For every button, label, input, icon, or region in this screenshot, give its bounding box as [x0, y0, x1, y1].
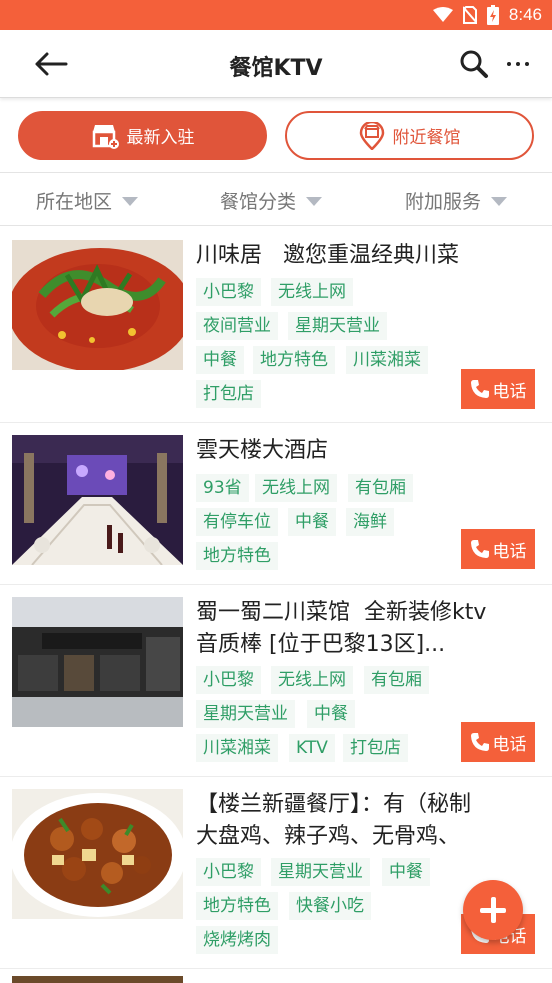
tag: 星期天营业 [196, 700, 295, 728]
tag: 星期天营业 [288, 312, 387, 340]
tag: 无线上网 [271, 278, 353, 306]
listing-title-line-2: 音质棒 [位于巴黎13区]... [196, 632, 446, 657]
tag: 有包厢 [364, 666, 429, 694]
dropdown-triangle-icon [122, 196, 139, 206]
more-button[interactable] [504, 50, 532, 78]
list-item[interactable]: 蜀一蜀二川菜馆 全新装修ktv 音质棒 [位于巴黎13区]... 小巴黎 无线上… [0, 585, 552, 777]
tag: 无线上网 [271, 666, 353, 694]
list-item[interactable]: 【楼兰新疆餐厅】：有（秘制 大盘鸡、辣子鸡、无骨鸡、 小巴黎 星期天营业 中餐 … [0, 777, 552, 969]
dropdown-triangle-icon [306, 196, 323, 206]
tag: 小巴黎 [196, 278, 261, 306]
filter-category[interactable]: 餐馆分类 [220, 173, 323, 227]
nearby-segment-button[interactable]: 附近餐馆 [285, 111, 534, 160]
tag: 快餐小吃 [289, 892, 371, 920]
storefront-icon [92, 124, 119, 149]
tag: 星期天营业 [271, 858, 370, 886]
search-button[interactable] [458, 48, 490, 80]
more-horizontal-icon [507, 62, 529, 66]
tag: 地方特色 [196, 892, 278, 920]
filter-category-label: 餐馆分类 [220, 190, 297, 213]
status-time: 8:46 [508, 5, 542, 24]
tag: 地方特色 [196, 542, 278, 570]
tag: 中餐 [307, 700, 355, 728]
tag: 小巴黎 [196, 666, 261, 694]
filter-region[interactable]: 所在地区 [36, 173, 139, 227]
tag: 打包店 [343, 734, 408, 762]
tag: 93省 [196, 474, 249, 502]
dropdown-triangle-icon [491, 196, 508, 206]
restaurant-photo [12, 435, 183, 565]
tag: KTV [289, 734, 335, 762]
restaurant-photo [12, 240, 183, 370]
call-button[interactable]: 电话 [461, 529, 535, 569]
restaurant-photo [12, 597, 183, 727]
call-button[interactable]: 电话 [461, 722, 535, 762]
app-bar: 餐馆KTV [0, 30, 552, 98]
tag: 夜间营业 [196, 312, 278, 340]
tag: 川菜湘菜 [196, 734, 278, 762]
phone-icon [470, 380, 489, 398]
tag: 地方特色 [253, 346, 335, 374]
tag: 烧烤烤肉 [196, 926, 278, 954]
add-button[interactable] [463, 880, 523, 940]
call-button[interactable]: 电话 [461, 369, 535, 409]
listing-title: 川味居 邀您重温经典川菜 [196, 243, 459, 268]
no-sim-icon [462, 6, 477, 24]
search-icon [460, 50, 488, 78]
phone-icon [470, 540, 489, 558]
call-label: 电话 [492, 381, 527, 402]
call-label: 电话 [492, 541, 527, 562]
nearby-segment-label: 附近餐馆 [392, 128, 461, 148]
filter-services-label: 附加服务 [405, 190, 482, 213]
wifi-icon [432, 7, 453, 22]
next-list-item-peek [0, 969, 552, 983]
tag: 无线上网 [255, 474, 337, 502]
list-item[interactable]: 雲天楼大酒店 93省 无线上网 有包厢 有停车位 中餐 海鲜 地方特色 电话 [0, 423, 552, 585]
tag: 有包厢 [348, 474, 413, 502]
tag: 海鲜 [346, 508, 394, 536]
listing-title: 蜀一蜀二川菜馆 全新装修ktv [196, 600, 487, 625]
status-bar: 8:46 [0, 0, 552, 30]
tag: 中餐 [196, 346, 244, 374]
battery-charging-icon [486, 5, 499, 25]
tag: 打包店 [196, 380, 261, 408]
filter-region-label: 所在地区 [36, 190, 113, 213]
listing-title: 雲天楼大酒店 [196, 438, 329, 463]
call-label: 电话 [492, 734, 527, 755]
listing-title-line-2: 大盘鸡、辣子鸡、无骨鸡、 [196, 824, 461, 849]
filter-services[interactable]: 附加服务 [405, 173, 508, 227]
tag: 小巴黎 [196, 858, 261, 886]
phone-icon [470, 733, 489, 751]
tag: 川菜湘菜 [346, 346, 428, 374]
restaurant-photo [12, 789, 183, 919]
latest-segment-label: 最新入驻 [126, 128, 195, 148]
tag: 中餐 [288, 508, 336, 536]
list-item[interactable]: 川味居 邀您重温经典川菜 小巴黎 无线上网 夜间营业 星期天营业 中餐 地方特色… [0, 227, 552, 423]
tag: 中餐 [382, 858, 430, 886]
latest-segment-button[interactable]: 最新入驻 [18, 111, 267, 160]
map-pin-shop-icon [359, 121, 384, 150]
filter-bar: 所在地区 餐馆分类 附加服务 [0, 172, 552, 226]
tag: 有停车位 [196, 508, 278, 536]
listing-title: 【楼兰新疆餐厅】：有（秘制 [196, 792, 472, 817]
